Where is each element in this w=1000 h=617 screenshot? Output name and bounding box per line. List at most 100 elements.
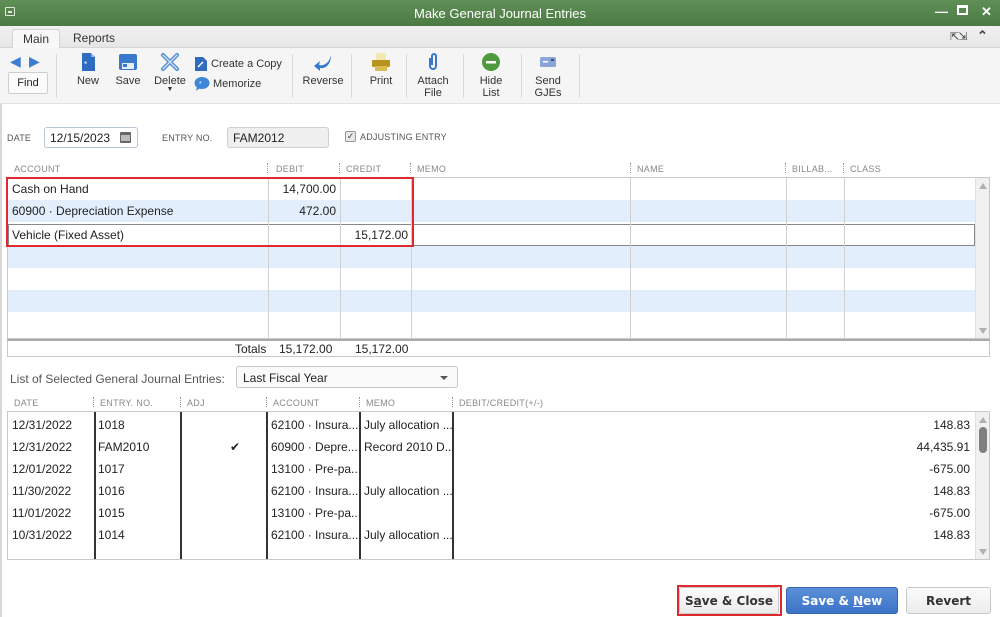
hide-list-button[interactable]: Hide List bbox=[478, 52, 504, 99]
memorize-button[interactable]: * Memorize bbox=[194, 76, 261, 92]
list-row[interactable]: 10/31/2022 1014 62100 · Insura... July a… bbox=[8, 524, 975, 546]
col-header-credit[interactable]: CREDIT bbox=[346, 164, 381, 174]
date-field[interactable]: 12/15/2023 bbox=[44, 127, 138, 148]
scroll-down-icon[interactable] bbox=[979, 328, 987, 334]
list-amount: 148.83 bbox=[933, 484, 970, 498]
list-memo: July allocation ... bbox=[364, 528, 452, 542]
journal-line-row[interactable]: Cash on Hand 14,700.00 bbox=[8, 178, 975, 200]
calendar-icon[interactable] bbox=[120, 132, 131, 143]
list-row[interactable]: 11/01/2022 1015 13100 · Pre-pa... -675.0… bbox=[8, 502, 975, 524]
column-resize-handle[interactable] bbox=[266, 397, 267, 407]
debit-cell[interactable]: 14,700.00 bbox=[268, 178, 340, 200]
scroll-thumb[interactable] bbox=[979, 427, 987, 453]
previous-arrow-icon[interactable]: ◀ bbox=[10, 53, 21, 70]
printer-icon bbox=[372, 53, 390, 71]
column-divider bbox=[844, 178, 845, 338]
send-gjes-button[interactable]: Send GJEs bbox=[533, 52, 563, 99]
column-divider bbox=[630, 178, 631, 338]
print-button[interactable]: Print bbox=[367, 52, 395, 87]
send-label-line1: Send bbox=[535, 75, 561, 87]
minimize-icon[interactable]: — bbox=[935, 4, 948, 19]
list-header-memo[interactable]: MEMO bbox=[366, 398, 395, 408]
column-resize-handle[interactable] bbox=[267, 163, 268, 173]
list-row[interactable]: 11/30/2022 1016 62100 · Insura... July a… bbox=[8, 480, 975, 502]
entry-no-field[interactable]: FAM2012 bbox=[227, 127, 329, 148]
column-resize-handle[interactable] bbox=[785, 163, 786, 173]
list-row[interactable]: 12/31/2022 1018 62100 · Insura... July a… bbox=[8, 414, 975, 436]
list-filter-dropdown[interactable]: Last Fiscal Year bbox=[236, 366, 458, 388]
list-row[interactable]: 12/01/2022 1017 13100 · Pre-pa... -675.0… bbox=[8, 458, 975, 480]
scroll-up-icon[interactable] bbox=[979, 183, 987, 189]
col-header-name[interactable]: NAME bbox=[637, 164, 664, 174]
save-new-button[interactable]: Save & New bbox=[786, 587, 898, 614]
account-cell[interactable]: 60900 · Depreciation Expense bbox=[8, 200, 268, 222]
reverse-button[interactable]: Reverse bbox=[302, 52, 344, 87]
grid-scrollbar[interactable] bbox=[975, 178, 989, 338]
tab-reports[interactable]: Reports bbox=[63, 29, 125, 48]
journal-line-row[interactable]: 60900 · Depreciation Expense 472.00 bbox=[8, 200, 975, 222]
list-entry-no: 1016 bbox=[98, 484, 125, 498]
save-close-button[interactable]: Save & Close bbox=[679, 587, 779, 614]
attach-label-line1: Attach bbox=[417, 75, 449, 87]
fullscreen-icon[interactable]: ⇱⇲ bbox=[950, 30, 967, 43]
list-header-date[interactable]: DATE bbox=[14, 398, 39, 408]
new-label: New bbox=[76, 75, 99, 87]
empty-row[interactable] bbox=[8, 268, 975, 290]
column-resize-handle[interactable] bbox=[843, 163, 844, 173]
empty-row[interactable] bbox=[8, 290, 975, 312]
empty-row[interactable] bbox=[8, 312, 975, 334]
col-header-billable[interactable]: BILLAB... bbox=[792, 164, 833, 174]
empty-row[interactable] bbox=[8, 246, 975, 268]
maximize-icon[interactable] bbox=[957, 5, 968, 15]
credit-cell[interactable] bbox=[340, 200, 412, 222]
list-row[interactable]: 12/31/2022 FAM2010 ✔ 60900 · Depre... Re… bbox=[8, 436, 975, 458]
list-header-amount[interactable]: DEBIT/CREDIT(+/-) bbox=[459, 398, 543, 408]
list-scrollbar[interactable] bbox=[975, 412, 989, 559]
save-close-mnemonic: a bbox=[693, 594, 702, 608]
create-copy-button[interactable]: Create a Copy bbox=[194, 56, 282, 72]
list-header-adj[interactable]: ADJ bbox=[187, 398, 205, 408]
collapse-ribbon-icon[interactable]: ⌃ bbox=[977, 28, 988, 44]
list-memo: July allocation ... bbox=[364, 484, 452, 498]
revert-button[interactable]: Revert bbox=[906, 587, 991, 614]
column-resize-handle[interactable] bbox=[452, 397, 453, 407]
new-button[interactable]: * New bbox=[74, 52, 102, 87]
column-resize-handle[interactable] bbox=[410, 163, 411, 173]
list-memo bbox=[360, 458, 452, 480]
scroll-down-icon[interactable] bbox=[979, 549, 987, 555]
tab-main[interactable]: Main bbox=[12, 29, 61, 48]
list-amount: -675.00 bbox=[929, 506, 970, 520]
list-account: 62100 · Insura... bbox=[271, 418, 359, 432]
column-resize-handle[interactable] bbox=[93, 397, 94, 407]
list-adj bbox=[182, 458, 266, 480]
account-cell[interactable]: Cash on Hand bbox=[8, 178, 268, 200]
list-entry-no: 1014 bbox=[98, 528, 125, 542]
col-header-debit[interactable]: DEBIT bbox=[276, 164, 304, 174]
delete-dropdown-icon[interactable]: ▼ bbox=[152, 86, 188, 93]
list-header-entry-no[interactable]: ENTRY. NO. bbox=[100, 398, 153, 408]
column-resize-handle[interactable] bbox=[359, 397, 360, 407]
column-resize-handle[interactable] bbox=[339, 163, 340, 173]
list-entry-no: 1018 bbox=[98, 418, 125, 432]
close-icon[interactable]: ✕ bbox=[981, 4, 992, 20]
col-header-memo[interactable]: MEMO bbox=[417, 164, 446, 174]
list-account: 62100 · Insura... bbox=[271, 484, 359, 498]
scroll-up-icon[interactable] bbox=[979, 417, 987, 423]
adjusting-entry-checkbox[interactable]: ✓ bbox=[345, 131, 356, 142]
delete-button[interactable]: Delete ▼ bbox=[152, 52, 188, 93]
find-button[interactable]: Find bbox=[8, 72, 48, 94]
save-button[interactable]: Save bbox=[113, 52, 143, 87]
credit-cell[interactable] bbox=[340, 178, 412, 200]
col-header-class[interactable]: CLASS bbox=[850, 164, 881, 174]
list-memo: Record 2010 D... bbox=[364, 440, 452, 454]
column-resize-handle[interactable] bbox=[180, 397, 181, 407]
list-entry-no: 1017 bbox=[98, 462, 125, 476]
attach-file-button[interactable]: Attach File bbox=[416, 52, 450, 99]
col-header-account[interactable]: ACCOUNT bbox=[14, 164, 61, 174]
column-resize-handle[interactable] bbox=[630, 163, 631, 173]
toolbar-separator bbox=[463, 54, 464, 98]
next-arrow-icon[interactable]: ▶ bbox=[29, 53, 40, 70]
debit-cell[interactable]: 472.00 bbox=[268, 200, 340, 222]
list-header-account[interactable]: ACCOUNT bbox=[273, 398, 320, 408]
list-account: 62100 · Insura... bbox=[271, 528, 359, 542]
